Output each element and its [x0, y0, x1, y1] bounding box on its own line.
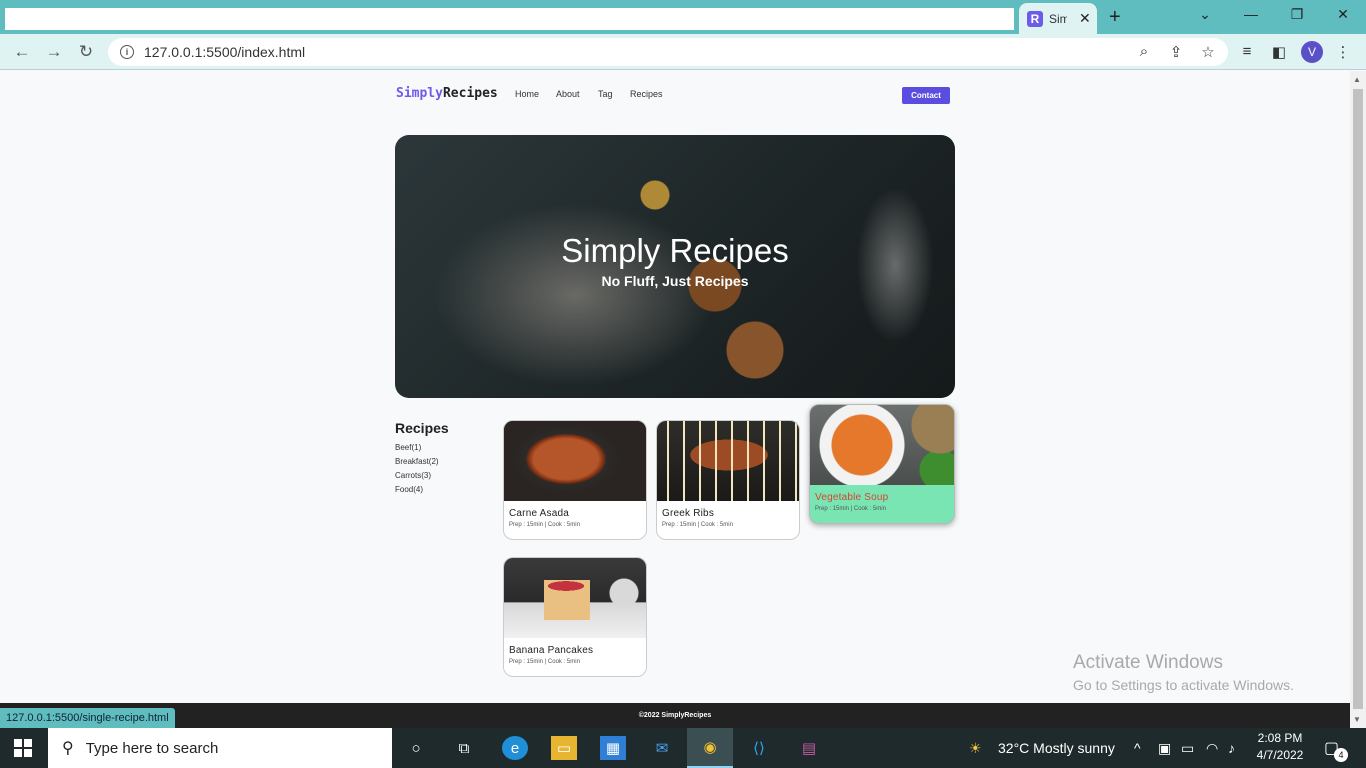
side-panel-icon[interactable]: ◧ [1269, 43, 1289, 61]
tab-title: Sim [1049, 11, 1067, 26]
hero-subtitle: No Fluff, Just Recipes [601, 273, 749, 289]
tab-strip-blank-area [5, 8, 1014, 30]
recipe-name: Carne Asada [509, 508, 570, 519]
activate-windows-hint: Go to Settings to activate Windows. [1073, 677, 1294, 693]
logo-simply: Simply [396, 86, 443, 101]
site-info-icon[interactable]: i [120, 45, 134, 59]
hero-banner: Simply Recipes No Fluff, Just Recipes [395, 135, 955, 398]
minimize-icon[interactable]: — [1241, 6, 1261, 22]
meet-now-icon[interactable]: ▣ [1158, 740, 1171, 757]
tab-search-icon[interactable]: ⌄ [1195, 6, 1215, 23]
browser-menu-icon[interactable]: ⋮ [1333, 43, 1353, 61]
file-explorer-icon[interactable]: ▭ [551, 736, 577, 760]
chrome-icon[interactable]: ◉ [687, 728, 733, 768]
zoom-icon[interactable]: ⌕ [1134, 43, 1154, 60]
clock-time: 2:08 PM [1257, 731, 1303, 745]
search-icon: ⚲ [62, 740, 74, 757]
activate-windows-title: Activate Windows [1073, 652, 1223, 673]
site-favicon-icon: R [1027, 10, 1043, 27]
recipe-image [657, 421, 799, 501]
recipe-card-greek-ribs[interactable]: Greek Ribs Prep : 15min | Cook : 5min [656, 420, 800, 540]
address-bar[interactable]: i 127.0.0.1:5500/index.html [108, 38, 1228, 66]
tag-link-beef[interactable]: Beef(1) [395, 443, 421, 452]
reload-icon[interactable]: ↻ [76, 42, 96, 62]
store-icon[interactable]: ▦ [600, 736, 626, 760]
clock-date: 4/7/2022 [1256, 748, 1304, 762]
wifi-icon[interactable]: ◠ [1206, 740, 1218, 757]
recipe-image [810, 405, 954, 485]
recipe-meta: Prep : 15min | Cook : 5min [509, 659, 580, 665]
battery-icon[interactable]: ▭ [1181, 740, 1194, 757]
recipe-meta: Prep : 15min | Cook : 5min [815, 506, 886, 512]
browser-tab[interactable]: R Sim ✕ [1019, 3, 1097, 34]
windows-taskbar: ⚲ Type here to search ○ ⧉ e ▭ ▦ ✉ ◉ ⟨⟩ ▤… [0, 728, 1366, 768]
site-navbar: SimplyRecipes Home About Tag Recipes Con… [395, 85, 950, 105]
restore-icon[interactable]: ❐ [1287, 6, 1307, 23]
media-playlist-icon[interactable]: ≡ [1237, 43, 1257, 60]
system-clock[interactable]: 2:08 PM 4/7/2022 [1252, 731, 1308, 762]
edge-icon[interactable]: e [502, 736, 528, 760]
forward-icon[interactable]: → [44, 42, 64, 62]
scroll-up-icon[interactable]: ▲ [1353, 75, 1361, 84]
tag-link-breakfast[interactable]: Breakfast(2) [395, 457, 439, 466]
recipe-image [504, 421, 646, 501]
tag-link-food[interactable]: Food(4) [395, 485, 423, 494]
sidebar-title: Recipes [395, 420, 449, 436]
close-tab-icon[interactable]: ✕ [1079, 10, 1091, 27]
address-url[interactable]: 127.0.0.1:5500/index.html [144, 44, 305, 60]
recipe-meta: Prep : 15min | Cook : 5min [662, 522, 733, 528]
nav-recipes-link[interactable]: Recipes [630, 89, 663, 99]
vscode-icon[interactable]: ⟨⟩ [746, 736, 772, 760]
scroll-thumb[interactable] [1353, 89, 1363, 709]
cortana-icon[interactable]: ○ [403, 736, 429, 760]
link-status-bubble: 127.0.0.1:5500/single-recipe.html [0, 708, 175, 728]
browser-toolbar: ← → ↻ i 127.0.0.1:5500/index.html ⌕ ⇪ ☆ … [0, 34, 1366, 70]
recipe-meta: Prep : 15min | Cook : 5min [509, 522, 580, 528]
nav-tag-link[interactable]: Tag [598, 89, 613, 99]
recipe-card-vegetable-soup[interactable]: Vegetable Soup Prep : 15min | Cook : 5mi… [809, 404, 955, 524]
hero-title: Simply Recipes [561, 232, 789, 269]
logo-recipes: Recipes [442, 86, 498, 101]
site-logo[interactable]: SimplyRecipes [396, 86, 498, 101]
page-viewport: SimplyRecipes Home About Tag Recipes Con… [0, 71, 1350, 703]
recipe-name: Greek Ribs [662, 508, 715, 519]
bookmark-star-icon[interactable]: ☆ [1198, 43, 1218, 61]
profile-avatar[interactable]: V [1301, 41, 1323, 63]
scroll-down-icon[interactable]: ▼ [1353, 715, 1361, 724]
windows-start-icon[interactable] [14, 739, 32, 757]
back-icon[interactable]: ← [12, 42, 32, 62]
recipe-name: Vegetable Soup [815, 492, 889, 503]
task-view-icon[interactable]: ⧉ [451, 736, 477, 760]
recipe-name: Banana Pancakes [509, 645, 594, 656]
contact-button[interactable]: Contact [902, 87, 950, 104]
site-footer: ©2022 SimplyRecipes [0, 703, 1350, 728]
winrar-icon[interactable]: ▤ [796, 736, 822, 760]
tray-overflow-icon[interactable]: ^ [1134, 740, 1141, 756]
page-scrollbar[interactable]: ▲ ▼ [1350, 71, 1366, 728]
notification-count-badge: 4 [1334, 748, 1348, 762]
nav-about-link[interactable]: About [556, 89, 580, 99]
recipe-card-carne-asada[interactable]: Carne Asada Prep : 15min | Cook : 5min [503, 420, 647, 540]
new-tab-button[interactable]: + [1109, 6, 1121, 29]
weather-text[interactable]: 32°C Mostly sunny [998, 740, 1115, 756]
browser-tab-strip: R Sim ✕ + ⌄ — ❐ ✕ [0, 0, 1366, 34]
taskbar-search-box[interactable]: ⚲ Type here to search [48, 728, 392, 768]
volume-icon[interactable]: ♪ [1228, 740, 1235, 756]
search-placeholder: Type here to search [85, 739, 219, 757]
nav-home-link[interactable]: Home [515, 89, 539, 99]
recipe-image [504, 558, 646, 638]
close-window-icon[interactable]: ✕ [1333, 6, 1353, 23]
weather-icon[interactable]: ☀ [969, 740, 982, 757]
recipe-card-banana-pancakes[interactable]: Banana Pancakes Prep : 15min | Cook : 5m… [503, 557, 647, 677]
share-icon[interactable]: ⇪ [1166, 43, 1186, 61]
tag-link-carrots[interactable]: Carrots(3) [395, 471, 431, 480]
mail-icon[interactable]: ✉ [649, 736, 675, 760]
